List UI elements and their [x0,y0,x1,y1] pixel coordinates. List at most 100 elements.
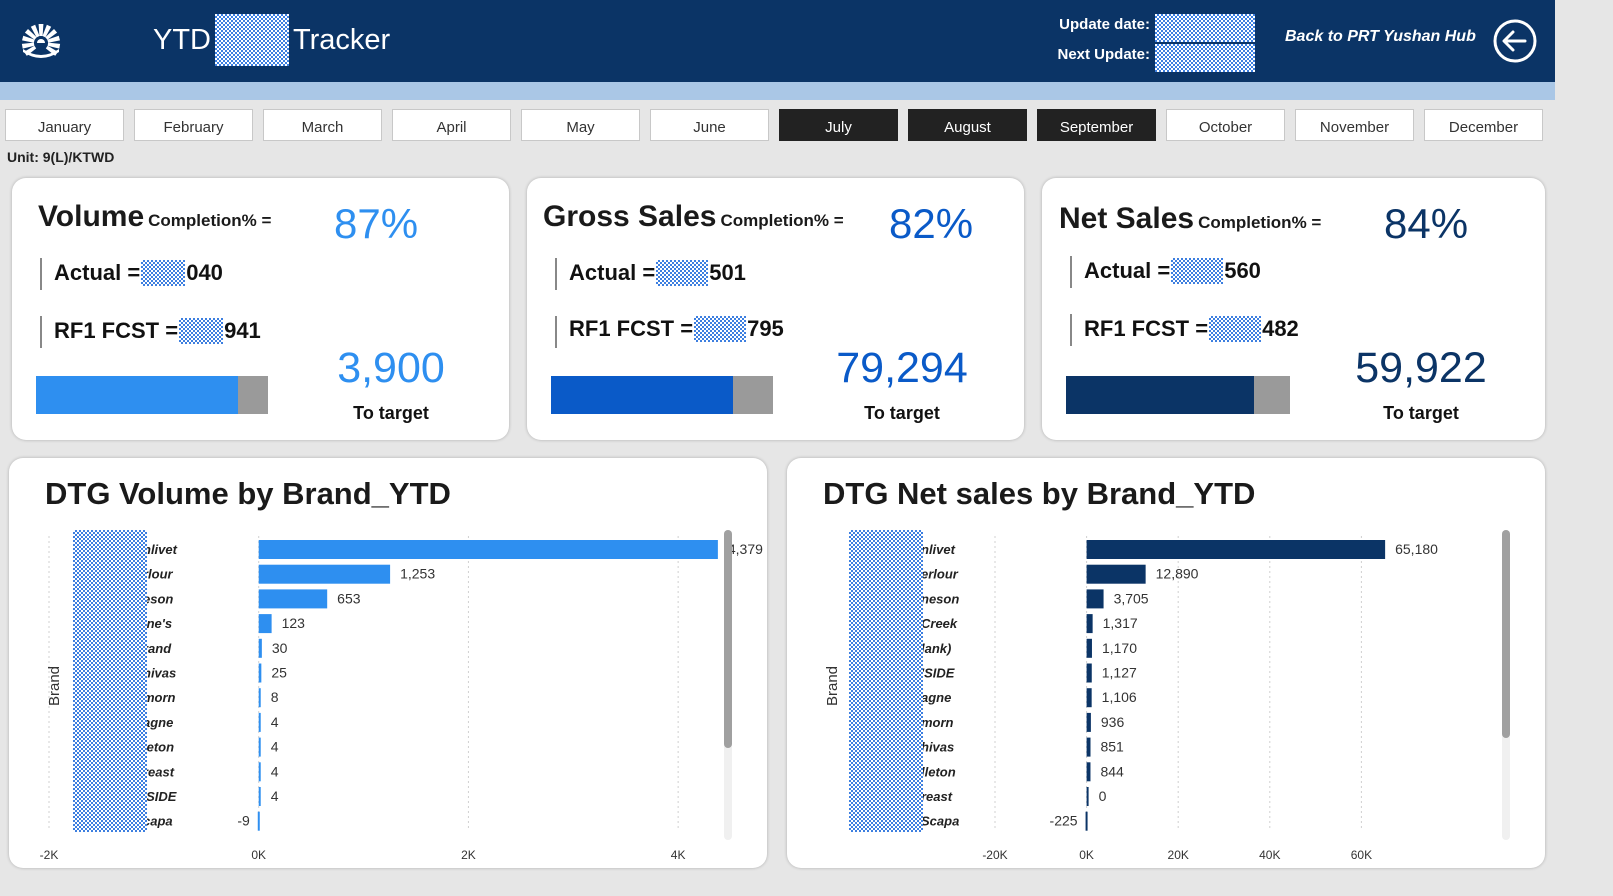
data-label: 30 [272,640,288,656]
data-label: -9 [237,813,250,829]
actual-label: Actual = [54,260,141,285]
completion-progress-bar [36,376,268,414]
x-tick-label: -2K [40,848,59,862]
bar [258,638,262,658]
progress-fill [1066,376,1255,414]
unit-label: Unit: 9(L)/KTWD [7,149,115,165]
bar [1086,712,1091,732]
data-label: 1,127 [1102,665,1137,681]
data-label: 4,379 [728,541,763,557]
bar [1086,663,1092,683]
data-label: 0 [1099,788,1107,804]
fcst-label: RF1 FCST = [569,316,694,341]
update-date-label: Update date: [1059,16,1150,33]
category-label: morn [921,715,954,730]
bar [258,737,261,757]
divider [1070,314,1072,346]
completion-progress-bar [1066,376,1290,414]
data-label: 65,180 [1395,541,1438,557]
data-label: 1,253 [400,566,435,582]
bar [1086,589,1104,609]
data-label: 8 [271,689,279,705]
chart-scrollbar[interactable] [1502,530,1510,840]
month-button-january[interactable]: January [5,109,124,141]
completion-progress-bar [551,376,773,414]
month-button-april[interactable]: April [392,109,511,141]
month-button-february[interactable]: February [134,109,253,141]
kpi-title: Volume [38,200,145,233]
data-label: 4 [271,763,279,779]
kpi-card-net-sales: Net Sales Completion% = 84% Actual = 560 R… [1042,178,1545,440]
x-tick-label: 20K [1168,848,1189,862]
completion-percent: 84% [1384,200,1469,247]
x-tick-label: 2K [461,848,476,862]
bar [1086,737,1091,757]
data-label: 3,705 [1114,590,1149,606]
category-label: leton [143,740,174,755]
x-tick-label: 0K [251,848,266,862]
back-to-hub-link[interactable]: Back to PRT Yushan Hub [1285,28,1476,46]
data-label: 4 [271,788,279,804]
x-tick-label: -20K [982,848,1007,862]
month-button-august[interactable]: August [908,109,1027,141]
redacted-value [1171,258,1224,284]
month-button-july[interactable]: July [779,109,898,141]
data-label: 4 [271,714,279,730]
x-tick-label: 60K [1351,848,1372,862]
category-label: eson [143,591,173,606]
bar [1086,762,1091,782]
bar [258,589,328,609]
to-target-label: To target [353,403,429,423]
category-label: lleton [921,764,956,779]
title-suffix: Tracker [293,23,391,56]
back-arrow-icon[interactable] [1492,18,1538,64]
data-label: 4 [271,739,279,755]
fcst-label: RF1 FCST = [54,318,179,343]
fcst-value-suffix: 941 [224,318,261,343]
progress-fill [551,376,734,414]
header-subbar [0,82,1555,100]
bar [1086,787,1089,806]
category-label: rlour [143,567,174,582]
category-label: hivas [921,740,954,755]
redacted-value [694,316,747,342]
next-update-label: Next Update: [1057,46,1150,63]
category-label: hivas [143,666,176,681]
redacted-update-date [1155,14,1255,42]
scrollbar-thumb[interactable] [724,530,732,748]
bar [257,811,260,831]
data-label: 1,170 [1102,640,1137,656]
category-label: 'SIDE [921,666,955,681]
month-button-march[interactable]: March [263,109,382,141]
bar [258,540,718,559]
kpi-title: Net Sales [1059,202,1195,235]
header-bar: YTD Tracker Update date: Next Update: Ba… [0,0,1555,82]
month-button-september[interactable]: September [1037,109,1156,141]
divider [1070,256,1072,288]
actual-label: Actual = [1084,258,1171,283]
kpi-card-gross-sales: Gross Sales Completion% = 82% Actual = 501… [527,178,1024,440]
completion-label: Completion% = [148,211,272,230]
bar [258,688,261,708]
actual-value-suffix: 560 [1224,258,1261,283]
month-button-october[interactable]: October [1166,109,1285,141]
y-axis-label: Brand [824,666,841,706]
scrollbar-thumb[interactable] [1502,530,1510,738]
data-label: 1,106 [1102,689,1137,705]
to-target-value: 59,922 [1355,344,1487,392]
completion-label: Completion% = [720,211,844,230]
data-label: 653 [337,590,361,606]
x-tick-label: 40K [1259,848,1280,862]
month-button-november[interactable]: November [1295,109,1414,141]
divider [555,316,557,348]
category-label: morn [143,690,176,705]
chart-scrollbar[interactable] [724,530,732,840]
bar [258,614,272,634]
redacted-next-update [1155,44,1255,72]
month-button-may[interactable]: May [521,109,640,141]
month-button-june[interactable]: June [650,109,769,141]
month-button-december[interactable]: December [1424,109,1543,141]
category-label: Scapa [921,814,959,829]
x-tick-label: 4K [671,848,686,862]
bar [258,564,391,584]
